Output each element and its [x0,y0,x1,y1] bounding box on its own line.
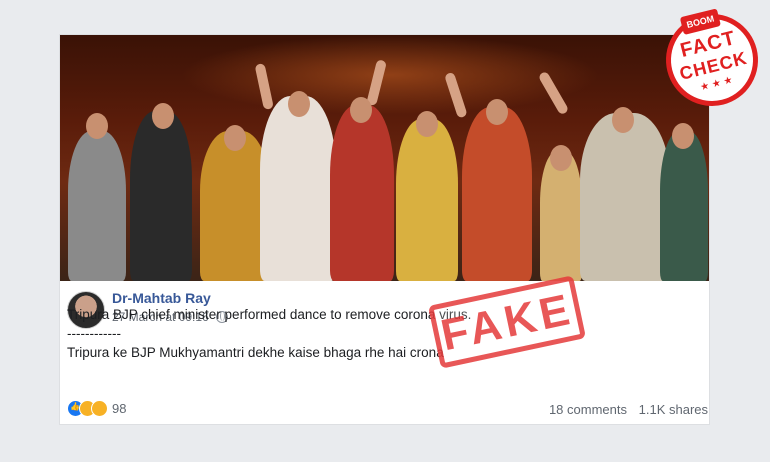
post-text-line: Tripura ke BJP Mukhyamantri dekhe kaise … [67,345,444,360]
dancer-figure [260,96,336,281]
engagement-stats: 18 comments 1.1K shares [541,402,708,417]
dancer-head [486,99,508,125]
dancer-head [550,145,572,171]
comments-count[interactable]: 18 comments [549,402,627,417]
dancer-figure [396,119,458,281]
dancer-head [672,123,694,149]
post-separator: ------------ [67,326,121,341]
dancer-figure [68,131,126,281]
dancer-head [350,97,372,123]
dancer-head [612,107,634,133]
facebook-post-card: Dr-Mahtab Ray 27 March at 09:16 [59,34,710,425]
dancer-head [416,111,438,137]
dancer-figure [660,131,708,281]
shares-count[interactable]: 1.1K shares [639,402,708,417]
dancer-head [152,103,174,129]
stage-light [180,35,600,115]
dancer-figure [330,105,394,281]
post-video-thumbnail[interactable] [60,35,709,281]
dancer-figure [462,107,532,281]
reactions-count: 98 [112,401,127,416]
dancer-figure [130,111,192,281]
dancer-head [86,113,108,139]
author-name[interactable]: Dr-Mahtab Ray [112,290,211,306]
sad-reaction-icon [91,400,108,417]
reactions-summary[interactable]: 98 [67,400,126,418]
post-text-line: Tripura BJP chief minister performed dan… [67,307,472,322]
dancer-head [288,91,310,117]
dancer-head [224,125,246,151]
post-text: Tripura BJP chief minister performed dan… [67,305,471,362]
dancer-figure [580,113,670,281]
